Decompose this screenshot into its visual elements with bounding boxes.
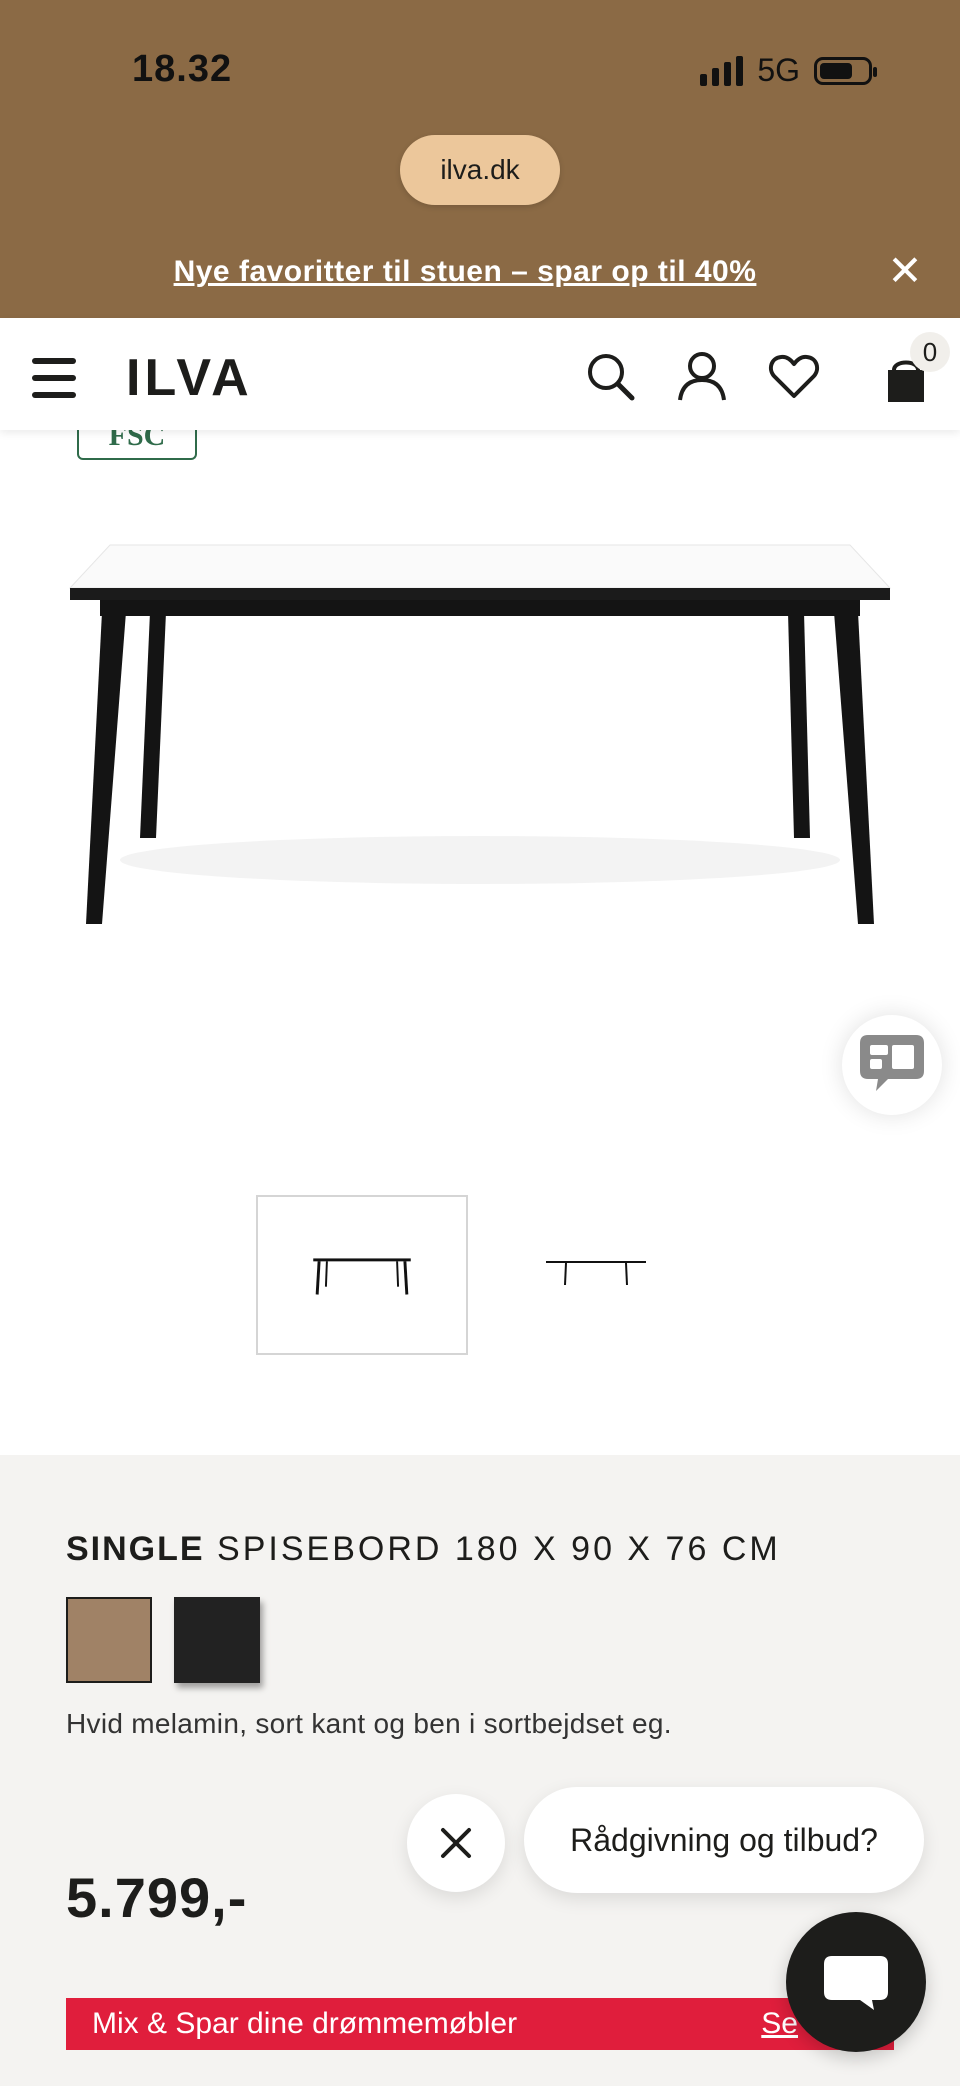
network-label: 5G <box>757 52 800 88</box>
menu-icon[interactable] <box>32 358 76 398</box>
mix-spar-banner[interactable]: Mix & Spar dine drømmemøbler Se <box>66 1998 894 2050</box>
product-title: SINGLE SPISEBORD 180 X 90 X 76 CM <box>66 1530 781 1569</box>
url-pill[interactable]: ilva.dk <box>400 135 560 205</box>
promo-link[interactable]: Nye favoritter til stuen – spar op til 4… <box>0 255 930 289</box>
top-header: 18.32 5G ilva.dk Nye favoritter til stue… <box>0 0 960 318</box>
signal-icon <box>700 55 744 86</box>
battery-icon <box>814 56 877 85</box>
thumbnail-2[interactable] <box>490 1195 702 1355</box>
nav-bar: ILVA 0 <box>0 318 960 430</box>
chat-prompt-text: Rådgivning og tilbud? <box>570 1821 878 1858</box>
thumbnail-1[interactable] <box>256 1195 468 1355</box>
swatch-oak[interactable] <box>66 1597 152 1683</box>
logo[interactable]: ILVA <box>126 348 253 408</box>
cart-count-badge: 0 <box>910 332 950 372</box>
chat-launcher-button[interactable] <box>786 1912 926 2052</box>
heart-icon[interactable] <box>768 350 820 402</box>
product-image[interactable] <box>60 520 900 940</box>
status-indicators: 5G <box>700 52 877 89</box>
banner-text: Mix & Spar dine drømmemøbler <box>92 2007 518 2040</box>
close-icon <box>441 1828 471 1858</box>
thumbnail-image <box>546 1261 646 1286</box>
chat-icon <box>824 1956 888 2010</box>
url-text: ilva.dk <box>440 154 520 185</box>
search-icon[interactable] <box>584 350 636 402</box>
chat-bubble-icon <box>860 1035 924 1091</box>
product-description: Hvid melamin, sort kant og ben i sortbej… <box>66 1708 672 1739</box>
product-name: SPISEBORD 180 X 90 X 76 CM <box>217 1530 781 1568</box>
swatch-black[interactable] <box>174 1597 260 1683</box>
account-icon[interactable] <box>676 350 728 402</box>
close-icon[interactable]: ✕ <box>886 250 924 292</box>
status-time: 18.32 <box>132 48 233 90</box>
product-info: SINGLE SPISEBORD 180 X 90 X 76 CM Hvid m… <box>0 1455 960 2086</box>
chat-prompt[interactable]: Rådgivning og tilbud? <box>524 1787 924 1893</box>
product-price: 5.799,- <box>66 1866 248 1929</box>
chat-dismiss-button[interactable] <box>407 1794 505 1892</box>
product-brand: SINGLE <box>66 1530 205 1568</box>
thumbnail-image <box>313 1258 411 1295</box>
review-chat-button[interactable] <box>842 1015 942 1115</box>
